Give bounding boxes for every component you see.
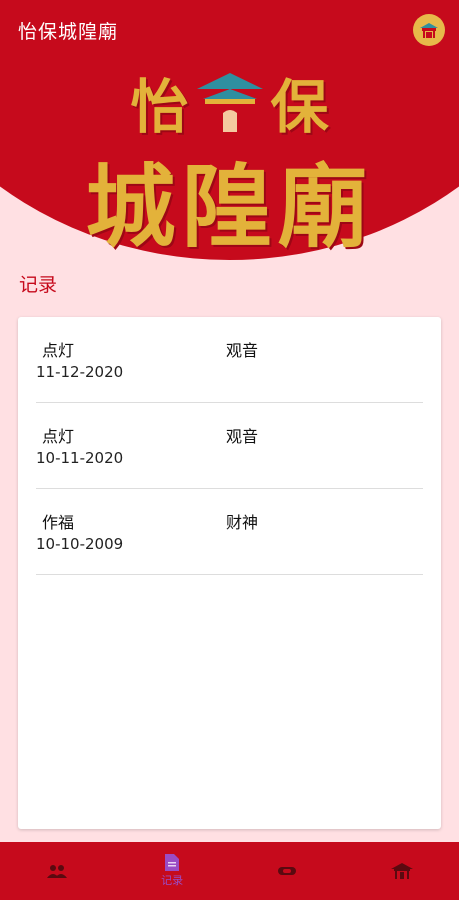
temple-gate-icon — [196, 73, 263, 132]
banner-bottom-row: 城隍廟 — [0, 134, 459, 264]
nav-item-people[interactable] — [7, 842, 107, 900]
temple-icon — [390, 863, 413, 879]
banner-main-text: 城隍廟 — [85, 154, 374, 260]
record-deity: 观音 — [226, 341, 259, 360]
bottom-navigation: 记录 — [0, 842, 459, 900]
app-root: 怡保城隍廟 怡 保 城隍廟 记录 点灯 观音 11-12-2020 点灯 观音 … — [0, 0, 459, 900]
record-item[interactable]: 作福 财神 10-10-2009 — [36, 489, 423, 575]
nav-item-temple[interactable] — [352, 842, 452, 900]
records-card: 点灯 观音 11-12-2020 点灯 观音 10-11-2020 作福 财神 … — [18, 317, 441, 829]
record-type: 点灯 — [42, 341, 75, 360]
record-item[interactable]: 点灯 观音 11-12-2020 — [36, 317, 423, 403]
app-title: 怡保城隍廟 — [18, 20, 119, 43]
top-bar: 怡保城隍廟 — [0, 0, 459, 60]
banner-char-left: 怡 — [130, 73, 189, 141]
lantern-icon — [277, 867, 296, 875]
nav-item-records[interactable]: 记录 — [122, 842, 222, 900]
record-type: 点灯 — [42, 427, 75, 446]
section-title: 记录 — [19, 274, 58, 296]
record-type: 作福 — [42, 513, 75, 532]
nav-item-lantern[interactable] — [237, 842, 337, 900]
temple-profile-button[interactable] — [413, 14, 445, 46]
temple-banner: 怡 保 城隍廟 — [0, 62, 459, 260]
temple-avatar-icon — [416, 17, 442, 43]
banner-char-right: 保 — [270, 73, 329, 141]
record-item[interactable]: 点灯 观音 10-11-2020 — [36, 403, 423, 489]
record-deity: 财神 — [226, 513, 259, 532]
records-icon — [165, 854, 180, 871]
banner-top-row: 怡 保 — [0, 62, 459, 142]
people-icon — [47, 865, 68, 878]
nav-label-records: 记录 — [161, 874, 184, 887]
record-deity: 观音 — [226, 427, 259, 446]
record-date: 10-10-2009 — [36, 535, 124, 553]
record-date: 10-11-2020 — [36, 449, 124, 467]
record-date: 11-12-2020 — [36, 363, 124, 381]
